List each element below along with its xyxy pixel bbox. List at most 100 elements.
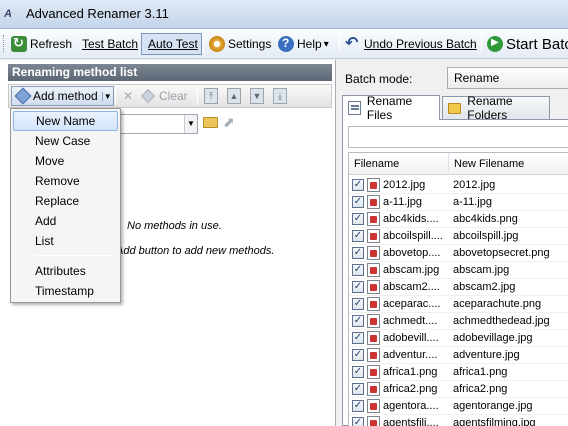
toolbar-grip[interactable] — [3, 35, 6, 53]
row-checkbox[interactable]: ✓ — [352, 366, 364, 378]
refresh-button[interactable]: Refresh — [11, 33, 72, 55]
column-header-filename[interactable]: Filename — [349, 153, 449, 175]
row-checkbox[interactable]: ✓ — [352, 417, 364, 426]
menu-item-move[interactable]: Move — [13, 151, 118, 171]
help-label: Help — [297, 37, 322, 51]
cell-new-filename: abscam2.jpg — [453, 281, 516, 293]
move-up-icon[interactable]: ▲ — [227, 88, 241, 104]
row-checkbox[interactable]: ✓ — [352, 332, 364, 344]
row-checkbox[interactable]: ✓ — [352, 298, 364, 310]
table-row[interactable]: ✓ a-11.jpg a-11.jpg — [349, 194, 568, 211]
image-file-icon — [367, 297, 380, 311]
row-checkbox[interactable]: ✓ — [352, 264, 364, 276]
folder-icon — [448, 102, 462, 114]
menu-item-add[interactable]: Add — [13, 211, 118, 231]
cell-filename: 2012.jpg — [383, 179, 426, 191]
image-file-icon — [367, 178, 380, 192]
table-row[interactable]: ✓ africa1.png africa1.png — [349, 364, 568, 381]
row-checkbox[interactable]: ✓ — [352, 196, 364, 208]
row-checkbox[interactable]: ✓ — [352, 315, 364, 327]
delete-icon[interactable]: ✕ — [121, 89, 135, 103]
save-preset-icon[interactable]: ⬈ — [223, 115, 237, 130]
row-checkbox[interactable]: ✓ — [352, 383, 364, 395]
menu-item-replace[interactable]: Replace — [13, 191, 118, 211]
toolbar-separator — [115, 88, 116, 105]
table-row[interactable]: ✓ abscam.jpg abscam.jpg — [349, 262, 568, 279]
image-file-icon — [367, 382, 380, 396]
toolbar-separator — [197, 88, 198, 105]
row-checkbox[interactable]: ✓ — [352, 230, 364, 242]
image-file-icon — [367, 348, 380, 362]
add-method-button[interactable]: Add method ▼ — [11, 86, 114, 106]
image-file-icon — [367, 263, 380, 277]
table-row[interactable]: ✓ 2012.jpg 2012.jpg — [349, 177, 568, 194]
image-file-icon — [367, 314, 380, 328]
table-row[interactable]: ✓ africa2.png africa2.png — [349, 381, 568, 398]
clear-button[interactable]: Clear — [140, 88, 188, 104]
table-row[interactable]: ✓ abcoilspill.... abcoilspill.jpg — [349, 228, 568, 245]
auto-test-toggle[interactable]: Auto Test — [141, 33, 202, 55]
batch-mode-label: Batch mode: — [345, 72, 413, 86]
table-row[interactable]: ✓ achmedt.... achmedthedead.jpg — [349, 313, 568, 330]
table-row[interactable]: ✓ adobevill.... adobevillage.jpg — [349, 330, 568, 347]
tab-label: Rename Files — [366, 94, 413, 122]
preset-select[interactable]: ▼ — [114, 114, 198, 134]
settings-label: Settings — [228, 37, 272, 51]
chevron-down-icon[interactable]: ▼ — [101, 91, 112, 101]
file-list-header: Filename New Filename — [349, 153, 568, 175]
start-batch-button[interactable]: Start Batc — [487, 33, 568, 55]
table-row[interactable]: ✓ abc4kids.... abc4kids.png — [349, 211, 568, 228]
move-down-icon[interactable]: ▼ — [250, 88, 264, 104]
cell-new-filename: a-11.jpg — [453, 196, 492, 208]
undo-icon — [345, 33, 361, 53]
table-row[interactable]: ✓ agentora.... agentorange.jpg — [349, 398, 568, 415]
main-toolbar: Refresh Test Batch Auto Test Settings He… — [0, 29, 568, 59]
cell-new-filename: abscam.jpg — [453, 264, 510, 276]
table-row[interactable]: ✓ aceparac.... aceparachute.png — [349, 296, 568, 313]
clear-label: Clear — [159, 89, 188, 103]
cell-new-filename: africa2.png — [453, 383, 508, 395]
row-checkbox[interactable]: ✓ — [352, 281, 364, 293]
cell-new-filename: abcoilspill.jpg — [453, 230, 519, 242]
cell-new-filename: adventure.jpg — [453, 349, 520, 361]
tab-rename-folders[interactable]: Rename Folders — [442, 94, 550, 122]
help-button[interactable]: Help ▾ — [278, 33, 329, 55]
image-file-icon — [367, 212, 380, 226]
tab-label: Rename Folders — [467, 94, 513, 122]
window-title: Advanced Renamer 3.11 — [26, 6, 169, 21]
column-header-new-filename[interactable]: New Filename — [449, 153, 568, 175]
row-checkbox[interactable]: ✓ — [352, 179, 364, 191]
batch-mode-select[interactable]: Rename — [447, 67, 568, 89]
cell-filename: agentsfili.... — [383, 417, 439, 426]
image-file-icon — [367, 416, 380, 426]
menu-item-remove[interactable]: Remove — [13, 171, 118, 191]
undo-label: Undo Previous Batch — [364, 37, 477, 51]
row-checkbox[interactable]: ✓ — [352, 349, 364, 361]
test-batch-button[interactable]: Test Batch — [79, 33, 138, 55]
file-list[interactable]: Filename New Filename ✓ 2012.jpg 2012.jpg ✓… — [348, 152, 568, 426]
row-checkbox[interactable]: ✓ — [352, 400, 364, 412]
table-row[interactable]: ✓ abovetop.... abovetopsecret.png — [349, 245, 568, 262]
menu-item-timestamp[interactable]: Timestamp — [13, 281, 118, 301]
settings-button[interactable]: Settings — [209, 33, 271, 55]
menu-item-new-case[interactable]: New Case — [13, 131, 118, 151]
move-top-icon[interactable]: ⤒ — [204, 88, 218, 104]
open-folder-icon[interactable] — [203, 117, 218, 128]
undo-previous-batch-button[interactable]: Undo Previous Batch — [345, 33, 477, 55]
row-checkbox[interactable]: ✓ — [352, 213, 364, 225]
cell-filename: africa2.png — [383, 383, 438, 395]
cell-filename: achmedt.... — [383, 315, 438, 327]
menu-item-list[interactable]: List — [13, 231, 118, 251]
menu-item-attributes[interactable]: Attributes — [13, 261, 118, 281]
move-bottom-icon[interactable]: ⤓ — [273, 88, 287, 104]
gear-icon — [209, 36, 225, 52]
table-row[interactable]: ✓ abscam2.... abscam2.jpg — [349, 279, 568, 296]
image-file-icon — [367, 195, 380, 209]
cell-filename: abovetop.... — [383, 247, 441, 259]
table-row[interactable]: ✓ agentsfili.... agentsfilming.jpg — [349, 415, 568, 426]
table-row[interactable]: ✓ adventur.... adventure.jpg — [349, 347, 568, 364]
menu-item-new-name[interactable]: New Name — [13, 111, 118, 131]
chevron-down-icon[interactable]: ▼ — [184, 115, 197, 133]
tab-rename-files[interactable]: Rename Files — [342, 94, 440, 122]
row-checkbox[interactable]: ✓ — [352, 247, 364, 259]
